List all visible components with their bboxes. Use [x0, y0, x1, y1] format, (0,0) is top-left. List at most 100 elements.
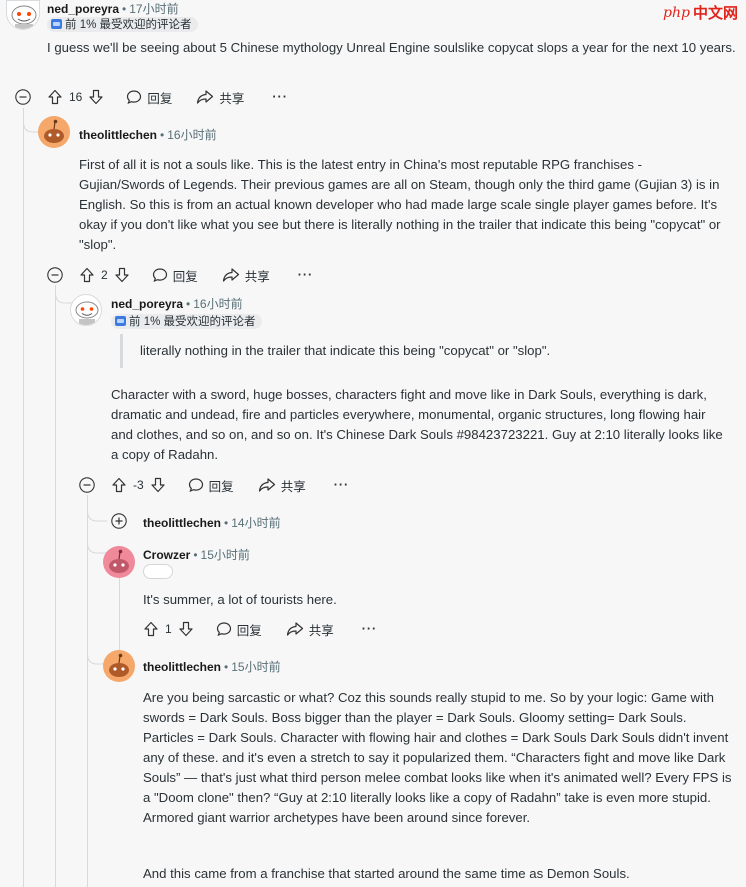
thread-line-1[interactable] [23, 108, 24, 887]
comment-actions: -3 回复 共享 ··· [111, 476, 349, 494]
username[interactable]: ned_poreyra [47, 2, 119, 16]
timestamp[interactable]: 17小时前 [129, 0, 178, 17]
snoo-avatar-icon [75, 301, 99, 325]
top-commenter-icon [115, 316, 126, 326]
timestamp[interactable]: 15小时前 [201, 546, 250, 563]
upvote-icon [112, 477, 126, 493]
expand-icon[interactable] [111, 513, 127, 529]
upvote-button[interactable] [79, 267, 95, 283]
avatar[interactable] [103, 546, 135, 578]
avatar[interactable] [38, 116, 70, 148]
snoo-avatar-icon [44, 119, 64, 143]
share-icon [222, 268, 239, 282]
vote-count: 1 [165, 622, 172, 636]
comment-actions: 16 回复 共享 ··· [47, 88, 288, 106]
flair-text: 前 1% 最受欢迎的评论者 [129, 316, 256, 328]
timestamp[interactable]: 16小时前 [193, 295, 242, 312]
more-options-button[interactable]: ··· [298, 268, 314, 282]
downvote-icon [179, 621, 193, 637]
more-options-button[interactable]: ··· [272, 90, 288, 104]
downvote-icon [89, 89, 103, 105]
collapsed-comment[interactable]: theolittlechen • 14小时前 [143, 514, 281, 531]
separator-dot: • [224, 515, 229, 530]
reply-button[interactable]: 回复 [216, 620, 262, 639]
upvote-button[interactable] [111, 477, 127, 493]
upvote-icon [48, 89, 62, 105]
comment-body: Character with a sword, huge bosses, cha… [111, 387, 723, 462]
downvote-button[interactable] [88, 89, 104, 105]
reply-button[interactable]: 回复 [126, 88, 172, 107]
vote-count: -3 [133, 478, 144, 492]
upvote-button[interactable] [47, 89, 63, 105]
downvote-button[interactable] [150, 477, 166, 493]
flair-text: 前 1% 最受欢迎的评论者 [65, 19, 192, 31]
downvote-icon [115, 267, 129, 283]
username[interactable]: ned_poreyra [111, 297, 183, 311]
username[interactable]: Crowzer [143, 548, 190, 562]
top-commenter-icon [51, 19, 62, 29]
comment-body: Are you being sarcastic or what? Coz thi… [143, 690, 732, 825]
watermark-site: 中文网 [692, 5, 738, 22]
more-options-button[interactable]: ··· [362, 622, 378, 636]
thread-elbow-3 [87, 495, 107, 522]
collapse-icon[interactable] [47, 267, 63, 283]
reply-button[interactable]: 回复 [152, 266, 198, 285]
share-button[interactable]: 共享 [196, 88, 244, 107]
reply-label: 回复 [147, 91, 173, 106]
share-icon [286, 622, 303, 636]
collapse-icon[interactable] [79, 477, 95, 493]
upvote-button[interactable] [143, 621, 159, 637]
separator-dot: • [186, 296, 191, 311]
watermark-brand: php [663, 4, 690, 21]
share-label: 共享 [219, 91, 245, 106]
comment-actions: 1 回复 共享 ··· [143, 620, 377, 638]
block-quote: literally nothing in the trailer that in… [120, 334, 720, 368]
comment-body: I guess we'll be seeing about 5 Chinese … [47, 40, 736, 55]
username[interactable]: theolittlechen [143, 660, 221, 674]
timestamp[interactable]: 16小时前 [167, 126, 216, 143]
username[interactable]: theolittlechen [143, 516, 221, 530]
share-button[interactable]: 共享 [286, 620, 334, 639]
separator-dot: • [193, 547, 198, 562]
share-icon [197, 90, 214, 104]
thread-line-4[interactable] [119, 578, 120, 652]
timestamp[interactable]: 15小时前 [231, 658, 280, 675]
comment-body: First of all it is not a souls like. Thi… [79, 157, 721, 252]
collapse-icon[interactable] [15, 89, 31, 105]
comment-body: It's summer, a lot of tourists here. [143, 592, 337, 607]
separator-dot: • [160, 127, 165, 142]
snoo-avatar-icon [109, 653, 129, 677]
more-options-button[interactable]: ··· [334, 478, 350, 492]
downvote-button[interactable] [114, 267, 130, 283]
thread-line-2[interactable] [55, 285, 56, 887]
avatar[interactable] [70, 294, 102, 326]
flair-badge [143, 564, 173, 579]
reply-button[interactable]: 回复 [188, 476, 234, 495]
reply-label: 回复 [236, 623, 262, 638]
flair-badge: 前 1% 最受欢迎的评论者 [111, 313, 262, 329]
downvote-button[interactable] [178, 621, 194, 637]
reply-label: 回复 [172, 269, 198, 284]
snoo-avatar-icon [109, 549, 129, 573]
timestamp[interactable]: 14小时前 [231, 514, 280, 531]
avatar[interactable] [6, 0, 40, 30]
upvote-icon [144, 621, 158, 637]
share-button[interactable]: 共享 [258, 476, 306, 495]
reply-label: 回复 [208, 479, 234, 494]
share-label: 共享 [308, 623, 334, 638]
reply-icon [188, 478, 203, 493]
quote-text: literally nothing in the trailer that in… [140, 343, 551, 358]
share-button[interactable]: 共享 [222, 266, 270, 285]
separator-dot: • [122, 1, 127, 16]
vote-count: 16 [69, 90, 83, 104]
avatar[interactable] [103, 650, 135, 682]
share-label: 共享 [244, 269, 270, 284]
snoo-avatar-icon [11, 5, 37, 29]
watermark: php 中文网 [663, 2, 738, 23]
reply-icon [152, 268, 167, 283]
username[interactable]: theolittlechen [79, 128, 157, 142]
upvote-icon [80, 267, 94, 283]
flair-badge: 前 1% 最受欢迎的评论者 [47, 16, 198, 32]
share-icon [258, 478, 275, 492]
comment-actions: 2 回复 共享 ··· [79, 266, 313, 284]
